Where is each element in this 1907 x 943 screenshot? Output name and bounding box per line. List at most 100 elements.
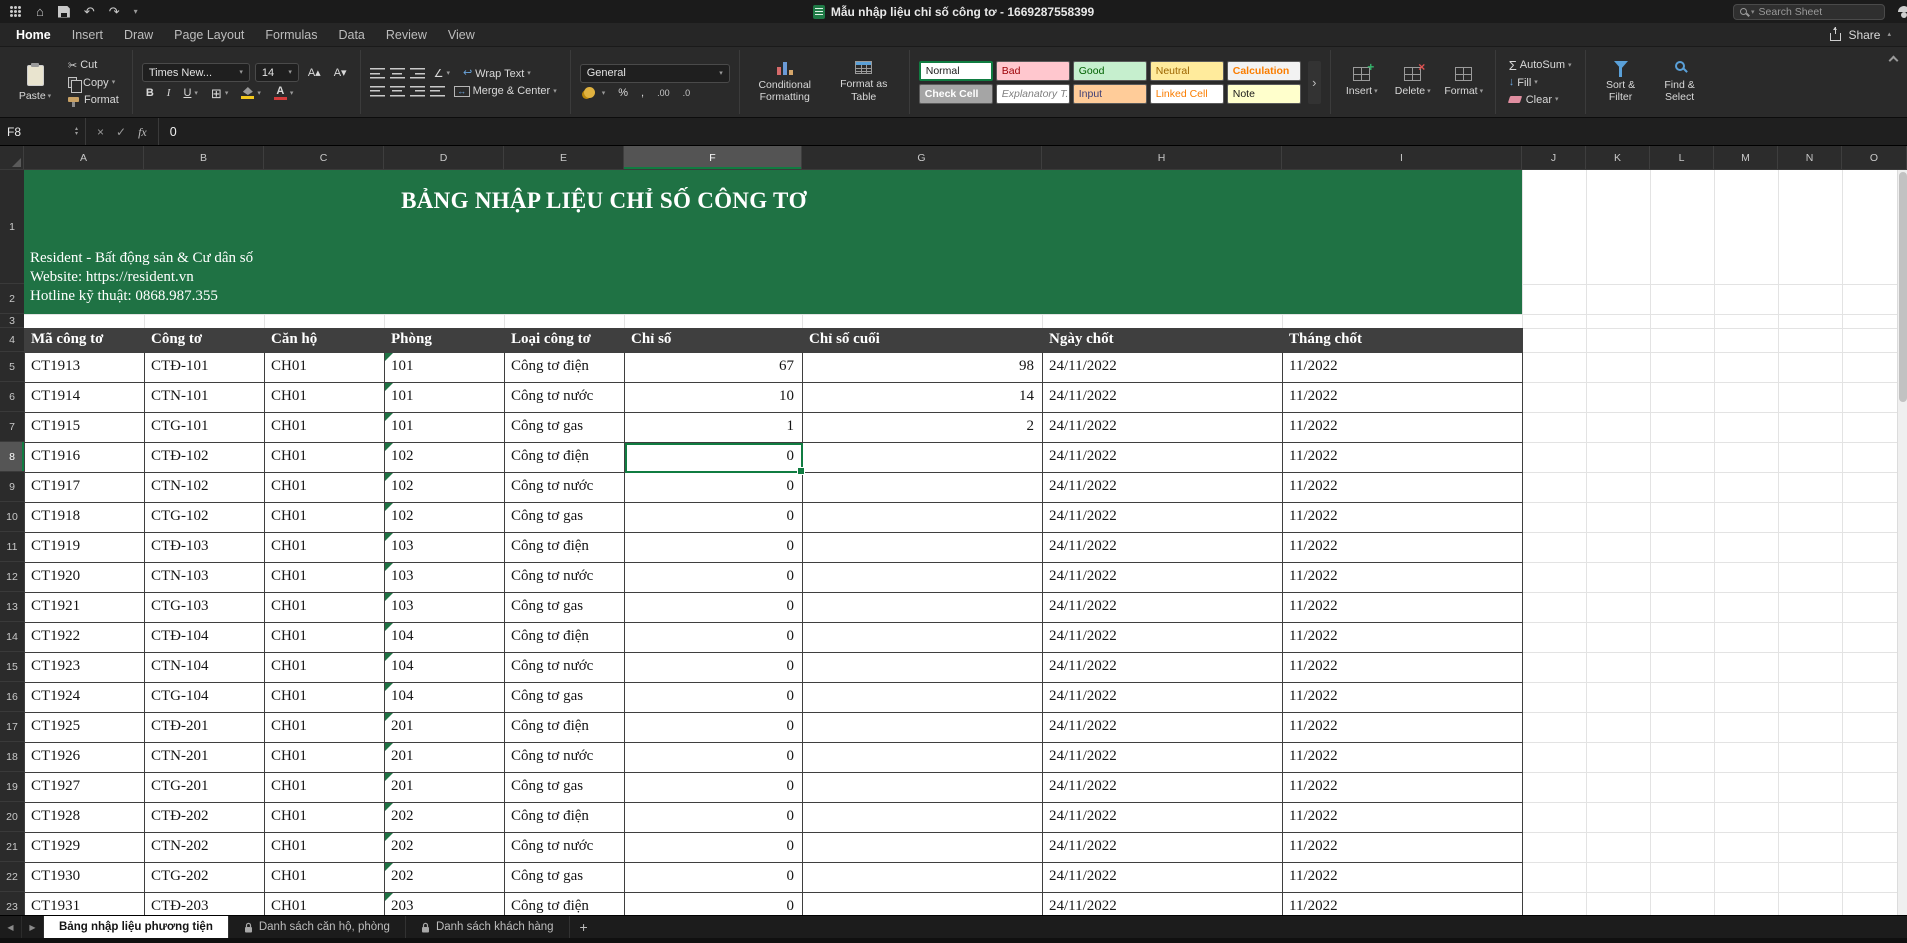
home-icon[interactable]: ⌂ [36,5,44,18]
cell-D18[interactable]: 201 [385,743,505,773]
number-format-select[interactable]: General▾ [580,64,730,83]
cell-C16[interactable]: CH01 [265,683,385,713]
cell-H15[interactable]: 24/11/2022 [1043,653,1283,683]
cell-D12[interactable]: 103 [385,563,505,593]
cell-F10[interactable]: 0 [625,503,803,533]
styles-gallery-next-button[interactable]: › [1308,61,1321,104]
next-sheet-button[interactable]: ▶ [22,916,44,938]
menu-tab-formulas[interactable]: Formulas [265,28,317,42]
cell-D23[interactable]: 203 [385,893,505,915]
paste-button[interactable]: Paste▾ [13,62,57,102]
cell-E7[interactable]: Công tơ gas [505,413,625,443]
row-header-11[interactable]: 11 [0,532,24,562]
cell-E14[interactable]: Công tơ điện [505,623,625,653]
cell-E17[interactable]: Công tơ điện [505,713,625,743]
cell-A12[interactable]: CT1920 [25,563,145,593]
collapse-ribbon-icon[interactable] [1889,56,1899,66]
format-painter-button[interactable]: Format [64,93,123,107]
menu-tab-view[interactable]: View [448,28,475,42]
row-header-19[interactable]: 19 [0,772,24,802]
cell-A6[interactable]: CT1914 [25,383,145,413]
cell-C18[interactable]: CH01 [265,743,385,773]
cell-G21[interactable] [803,833,1043,863]
cell-B11[interactable]: CTĐ-103 [145,533,265,563]
cell-D7[interactable]: 101 [385,413,505,443]
row-header-3[interactable]: 3 [0,314,24,328]
cell-H19[interactable]: 24/11/2022 [1043,773,1283,803]
cell-F14[interactable]: 0 [625,623,803,653]
cell-H7[interactable]: 24/11/2022 [1043,413,1283,443]
cell-style-input[interactable]: Input [1073,84,1147,104]
cell-I18[interactable]: 11/2022 [1283,743,1523,773]
cell-I23[interactable]: 11/2022 [1283,893,1523,915]
align-middle-icon[interactable] [390,86,405,97]
cell-G6[interactable]: 14 [803,383,1043,413]
cell-E6[interactable]: Công tơ nước [505,383,625,413]
cell-B13[interactable]: CTG-103 [145,593,265,623]
cell-B15[interactable]: CTN-104 [145,653,265,683]
cell-A16[interactable]: CT1924 [25,683,145,713]
cell-H16[interactable]: 24/11/2022 [1043,683,1283,713]
cell-C20[interactable]: CH01 [265,803,385,833]
cell-A5[interactable]: CT1913 [25,353,145,383]
sort-filter-button[interactable]: Sort & Filter [1595,61,1647,103]
cell-F16[interactable]: 0 [625,683,803,713]
cell-E13[interactable]: Công tơ gas [505,593,625,623]
cancel-button[interactable]: × [97,126,104,138]
row-header-20[interactable]: 20 [0,802,24,832]
fill-button[interactable]: ↓Fill▾ [1505,76,1576,90]
wrap-text-button[interactable]: ↩Wrap Text▾ [459,67,535,81]
cell-style-normal[interactable]: Normal [919,61,993,81]
cell-G11[interactable] [803,533,1043,563]
cell-I22[interactable]: 11/2022 [1283,863,1523,893]
cell-B14[interactable]: CTĐ-104 [145,623,265,653]
cell-D13[interactable]: 103 [385,593,505,623]
cell-H22[interactable]: 24/11/2022 [1043,863,1283,893]
cell-C8[interactable]: CH01 [265,443,385,473]
cell-H9[interactable]: 24/11/2022 [1043,473,1283,503]
menu-tab-data[interactable]: Data [338,28,364,42]
cell-C10[interactable]: CH01 [265,503,385,533]
sheet-tab-b-ng-nh-p-li-u-ph-ng-ti-n[interactable]: Bảng nhập liệu phương tiện [44,916,229,938]
select-all-corner[interactable] [0,146,24,169]
align-bottom-icon[interactable] [410,86,425,97]
text-orientation-button[interactable]: ∠▾ [430,66,454,81]
cell-A22[interactable]: CT1930 [25,863,145,893]
cell-F20[interactable]: 0 [625,803,803,833]
cell-A21[interactable]: CT1929 [25,833,145,863]
cell-B5[interactable]: CTĐ-101 [145,353,265,383]
cell-A8[interactable]: CT1916 [25,443,145,473]
cell-B17[interactable]: CTĐ-201 [145,713,265,743]
cell-E10[interactable]: Công tơ gas [505,503,625,533]
fill-color-button[interactable]: ▾ [237,86,265,100]
cell-I21[interactable]: 11/2022 [1283,833,1523,863]
row-header-10[interactable]: 10 [0,502,24,532]
column-header-A[interactable]: A [24,146,144,169]
cell-B16[interactable]: CTG-104 [145,683,265,713]
row-header-17[interactable]: 17 [0,712,24,742]
customize-toolbar-caret-icon[interactable]: ▾ [134,7,138,16]
cell-G7[interactable]: 2 [803,413,1043,443]
column-header-M[interactable]: M [1714,146,1778,169]
cell-H10[interactable]: 24/11/2022 [1043,503,1283,533]
cell-H23[interactable]: 24/11/2022 [1043,893,1283,915]
column-header-I[interactable]: I [1282,146,1522,169]
cell-I6[interactable]: 11/2022 [1283,383,1523,413]
cell-F7[interactable]: 1 [625,413,803,443]
percent-style-button[interactable]: % [614,86,632,100]
cell-E11[interactable]: Công tơ điện [505,533,625,563]
cell-style-bad[interactable]: Bad [996,61,1070,81]
menu-tab-page-layout[interactable]: Page Layout [174,28,244,42]
cell-C7[interactable]: CH01 [265,413,385,443]
cell-A23[interactable]: CT1931 [25,893,145,915]
font-size-select[interactable]: 14▾ [255,63,299,82]
sheet-tab-danh-s-ch-kh-ch-h-ng[interactable]: Danh sách khách hàng [406,916,570,938]
cell-E16[interactable]: Công tơ gas [505,683,625,713]
format-cells-button[interactable]: Format▾ [1442,67,1486,97]
column-header-C[interactable]: C [264,146,384,169]
cell-G15[interactable] [803,653,1043,683]
cell-F9[interactable]: 0 [625,473,803,503]
merge-center-button[interactable]: ↔Merge & Center▾ [450,84,561,98]
cell-C13[interactable]: CH01 [265,593,385,623]
cell-D14[interactable]: 104 [385,623,505,653]
